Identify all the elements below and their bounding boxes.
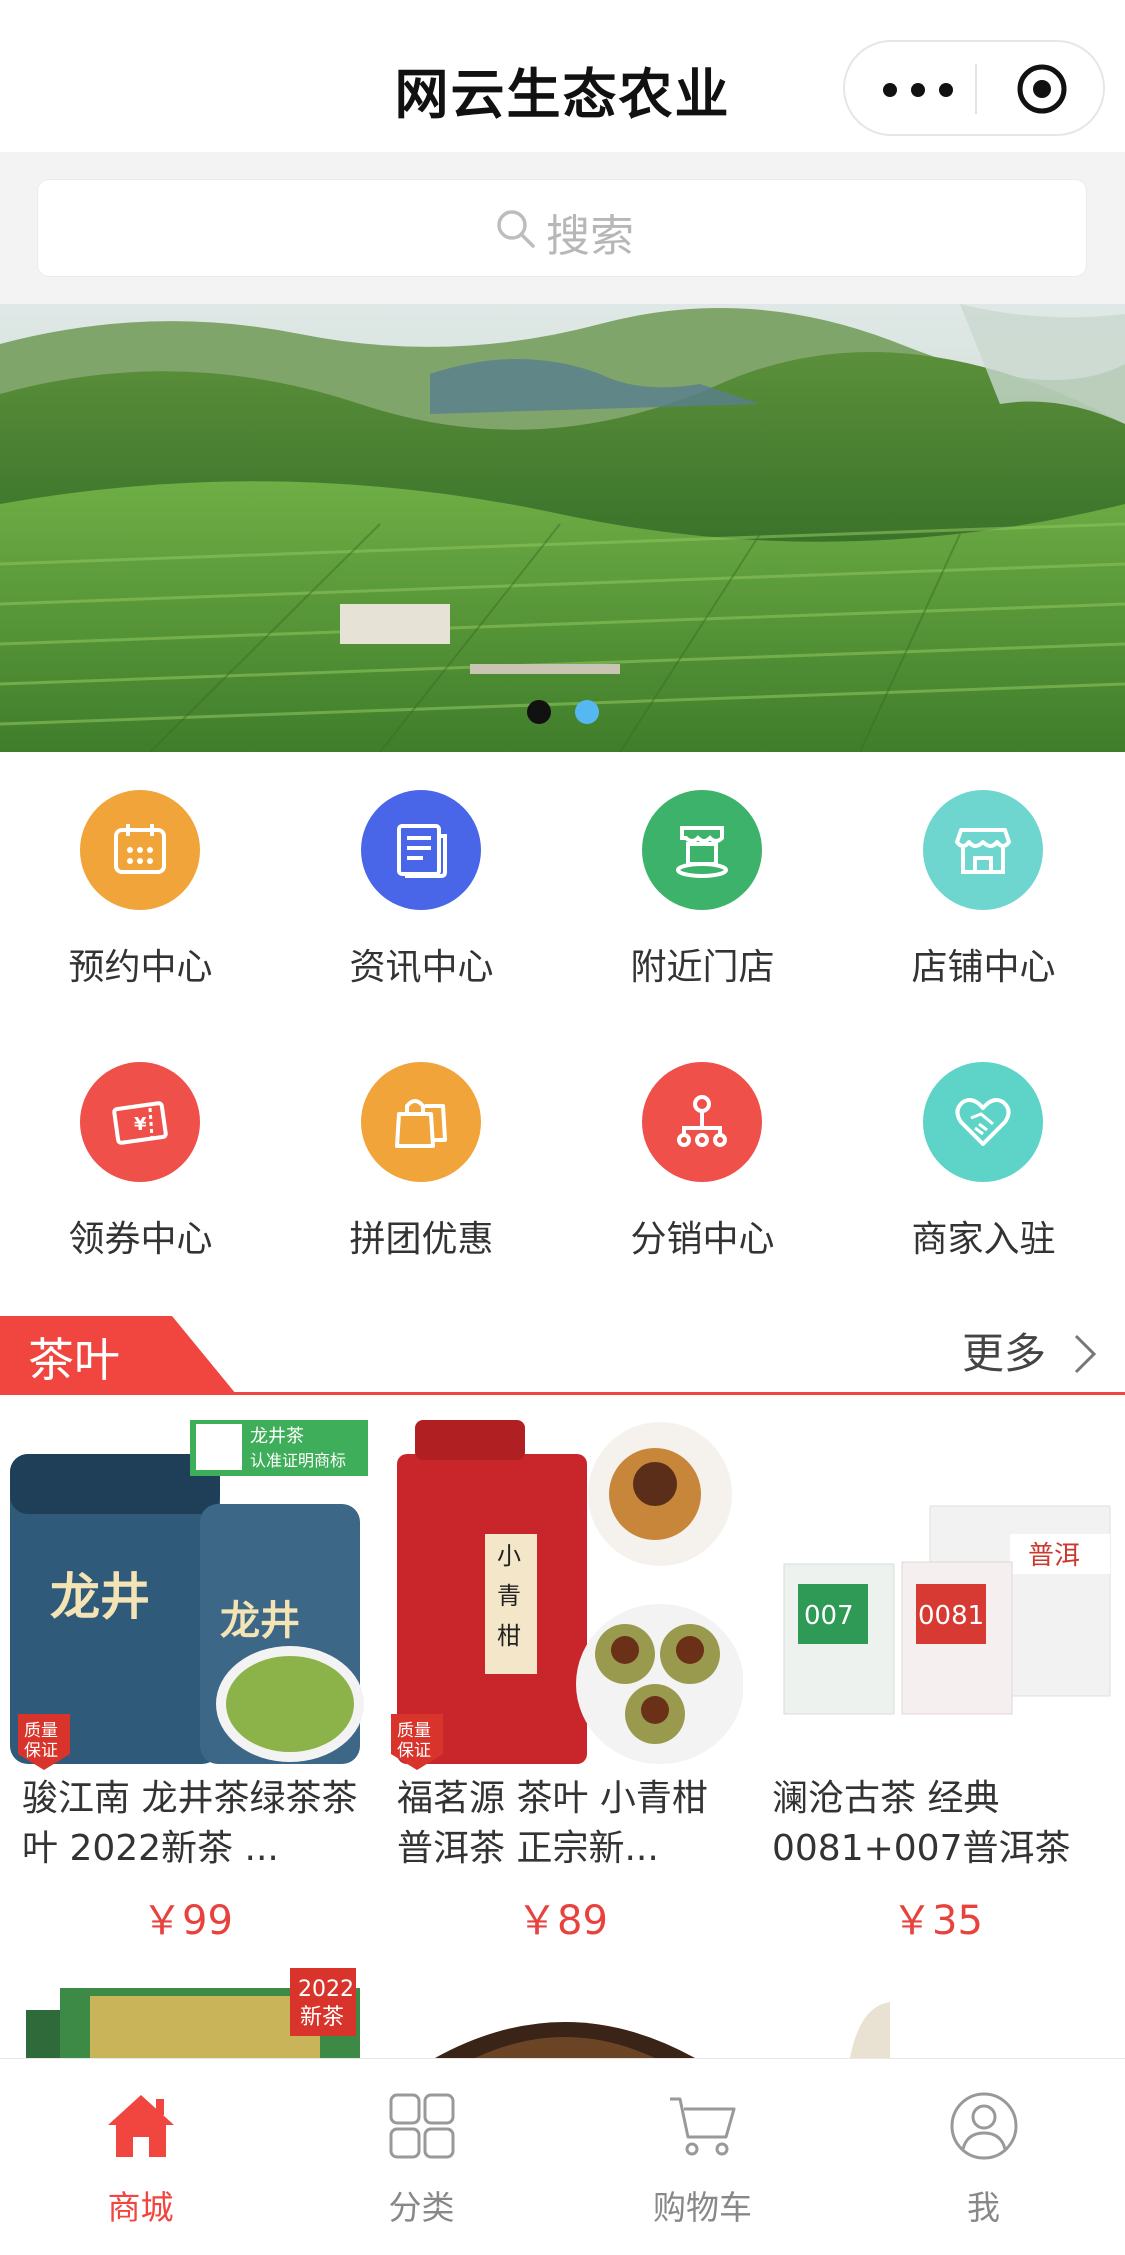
search-bar-area: 搜索 (0, 152, 1125, 304)
tab-mall[interactable]: 商城 (0, 2059, 281, 2255)
product-card[interactable] (750, 1966, 1125, 2058)
image-text: 龙井 (50, 1567, 150, 1626)
menu-label: 领券中心 (68, 1219, 213, 1260)
store-nearby-icon (642, 790, 762, 910)
image-text: 质量 (24, 1721, 58, 1741)
image-text: 柑 (497, 1622, 521, 1650)
menu-item-merchant-join[interactable]: 商家入驻 (843, 1024, 1124, 1296)
image-text: 0081 (918, 1601, 984, 1631)
product-card[interactable]: 普洱 007 0081 澜沧古茶 经典0081+007普洱茶品... ￥35 (750, 1400, 1125, 1944)
svg-text:龙井: 龙井 (220, 1597, 300, 1644)
product-name: 福茗源 茶叶 小青柑普洱茶 正宗新... (397, 1778, 708, 1869)
product-card[interactable] (375, 1966, 750, 2058)
search-icon (497, 210, 535, 248)
menu-label: 资讯中心 (349, 947, 494, 988)
banner-dot-1[interactable] (527, 700, 551, 724)
tab-label: 购物车 (653, 2188, 752, 2227)
miniprogram-capsule (843, 40, 1105, 136)
image-text: 新茶 (300, 2005, 344, 2030)
menu-item-booking-center[interactable]: 预约中心 (0, 752, 281, 1024)
menu-label: 预约中心 (68, 947, 213, 988)
cart-icon (670, 2097, 736, 2156)
banner-image (0, 304, 1125, 752)
search-placeholder: 搜索 (546, 211, 634, 262)
bottom-tab-bar: 商城 分类 购物车 我 (0, 2058, 1125, 2255)
coupon-icon: ¥ (80, 1062, 200, 1182)
category-icon (389, 2093, 455, 2159)
menu-item-distribution-center[interactable]: 分销中心 (562, 1024, 843, 1296)
section-header-tea: 茶叶 更多 (0, 1312, 1125, 1396)
product-card[interactable]: 龙井茶 认准证明商标 龙井 龙井 质量 保证 骏江南 龙井茶绿茶茶叶 2022新… (0, 1400, 375, 1944)
distribution-icon (642, 1062, 762, 1182)
image-text: 质量 (397, 1721, 431, 1741)
tab-cart[interactable]: 购物车 (562, 2059, 843, 2255)
image-text: 青 (497, 1582, 521, 1610)
news-icon (361, 790, 481, 910)
menu-label: 拼团优惠 (349, 1219, 494, 1260)
chevron-right-icon[interactable] (1072, 1332, 1098, 1376)
capsule-divider (975, 64, 977, 114)
product-name: 骏江南 龙井茶绿茶茶叶 2022新茶 ... (22, 1778, 358, 1869)
image-text: 认准证明商标 (250, 1451, 346, 1470)
menu-label: 附近门店 (630, 947, 775, 988)
shop-icon (923, 790, 1043, 910)
menu-label: 店铺中心 (911, 947, 1056, 988)
svg-text:¥: ¥ (134, 1114, 147, 1135)
product-image: 龙井茶 认准证明商标 龙井 龙井 质量 保证 (10, 1414, 368, 1772)
image-text: 保证 (24, 1741, 58, 1761)
image-text: 龙井茶 (250, 1426, 304, 1447)
section-divider (0, 1392, 1125, 1395)
image-text: 小 (497, 1542, 521, 1570)
menu-item-news-center[interactable]: 资讯中心 (281, 752, 562, 1024)
tab-label: 商城 (107, 2188, 174, 2227)
tab-category[interactable]: 分类 (281, 2059, 562, 2255)
menu-item-shop-center[interactable]: 店铺中心 (843, 752, 1124, 1024)
product-card[interactable]: 小 青 柑 质量 保证 福茗源 茶叶 小青柑普洱茶 正宗新... ￥89 (375, 1400, 750, 1944)
navigation-bar: 网云生态农业 (0, 0, 1125, 152)
more-link[interactable]: 更多 (962, 1320, 1046, 1381)
product-image: 小 青 柑 质量 保证 (385, 1414, 743, 1772)
product-image: 普洱 007 0081 (760, 1414, 1118, 1772)
menu-label: 分销中心 (630, 1219, 775, 1260)
menu-item-group-buy[interactable]: 拼团优惠 (281, 1024, 562, 1296)
calendar-icon (80, 790, 200, 910)
section-title: 茶叶 (28, 1333, 120, 1387)
tab-label: 分类 (388, 2188, 455, 2227)
close-miniprogram-icon[interactable] (1015, 62, 1069, 116)
tab-label: 我 (967, 2188, 1000, 2227)
banner-dot-2[interactable] (575, 700, 599, 724)
product-card[interactable]: 2022 新茶 (0, 1966, 375, 2058)
home-icon (108, 2095, 174, 2157)
image-text: 普洱 (1028, 1541, 1080, 1571)
image-text: 保证 (397, 1741, 431, 1761)
tab-me[interactable]: 我 (843, 2059, 1124, 2255)
product-name: 澜沧古茶 经典0081+007普洱茶品... (772, 1778, 1071, 1869)
image-text: 2022 (298, 1977, 354, 2002)
menu-label: 商家入驻 (911, 1219, 1056, 1260)
search-input[interactable]: 搜索 (37, 179, 1087, 277)
product-price: ￥89 (517, 1898, 608, 1944)
product-price: ￥99 (142, 1898, 233, 1944)
user-icon (950, 2092, 1018, 2160)
more-menu-button[interactable] (883, 80, 963, 100)
product-price: ￥35 (892, 1898, 983, 1944)
image-text: 007 (804, 1601, 854, 1631)
handshake-heart-icon (923, 1062, 1043, 1182)
menu-item-coupon-center[interactable]: ¥ 领券中心 (0, 1024, 281, 1296)
menu-item-nearby-stores[interactable]: 附近门店 (562, 752, 843, 1024)
banner-carousel[interactable] (0, 304, 1125, 752)
shopping-bag-icon (361, 1062, 481, 1182)
function-menu-grid: 预约中心 资讯中心 附近门店 店铺中心 ¥ 领券中心 拼团优惠 分销中心 商家入… (0, 752, 1125, 1304)
